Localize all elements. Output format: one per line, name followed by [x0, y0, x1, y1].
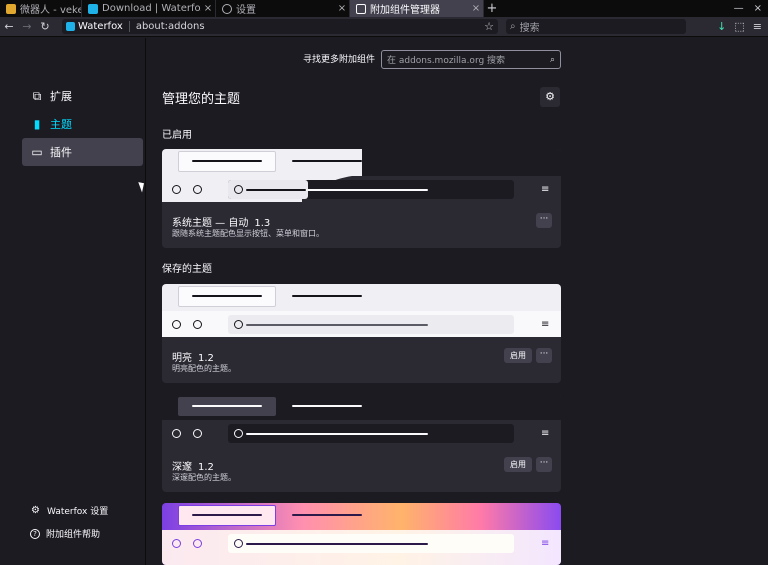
more-options-button[interactable]: ··· — [536, 457, 552, 472]
theme-preview: ≡ — [162, 284, 561, 337]
amo-search-placeholder: 在 addons.mozilla.org 搜索 — [387, 56, 506, 66]
addons-settings-button[interactable]: ⚙ — [540, 87, 560, 107]
theme-card-light: ≡ 明亮 1.2 明亮配色的主题。 启用 ··· — [162, 284, 561, 383]
sidebar-item-extensions[interactable]: ⧉ 扩展 — [22, 82, 143, 110]
gear-icon — [222, 3, 232, 14]
plugin-icon: ▭ — [31, 145, 43, 159]
theme-info: 深邃 1.2 深邃配色的主题。 启用 ··· — [162, 446, 561, 492]
theme-info: 系统主题 — 自动 1.3 跟随系统主题配色显示按钮、菜单和窗口。 ··· — [162, 202, 561, 248]
theme-description: 深邃配色的主题。 — [172, 473, 236, 482]
puzzle-icon — [356, 3, 366, 14]
enabled-section-heading: 已启用 — [162, 130, 192, 141]
tab-title: 附加组件管理器 — [370, 5, 440, 16]
sidebar-item-label: 扩展 — [50, 90, 72, 103]
more-options-button[interactable]: ··· — [536, 348, 552, 363]
close-window-icon[interactable]: × — [754, 3, 762, 14]
tab-strip: 微器人 - veket! Download | Waterfox × 设置 × … — [0, 0, 768, 17]
addons-help-link[interactable]: ? 附加组件帮助 — [30, 527, 100, 540]
reload-button[interactable]: ↻ — [36, 20, 54, 33]
extensions-icon[interactable]: ⬚ — [734, 20, 744, 33]
sidebar-item-plugins[interactable]: ▭ 插件 — [22, 138, 143, 166]
enable-theme-button[interactable]: 启用 — [504, 348, 532, 363]
tab-3[interactable]: 设置 × — [216, 0, 350, 17]
waterfox-settings-link[interactable]: ⚙ Waterfox 设置 — [30, 504, 108, 517]
preview-menu-icon: ≡ — [541, 184, 550, 195]
theme-description: 跟随系统主题配色显示按钮、菜单和窗口。 — [172, 229, 324, 238]
toolbar-right: ↓ ⬚ ≡ — [717, 20, 768, 33]
theme-name: 明亮 1.2 — [172, 349, 214, 364]
new-tab-button[interactable]: + — [484, 0, 500, 17]
tab-1[interactable]: 微器人 - veket! — [0, 0, 82, 17]
identity-label[interactable]: Waterfox — [78, 21, 130, 32]
theme-name: 系统主题 — 自动 1.3 — [172, 214, 270, 229]
minimize-icon[interactable]: — — [734, 3, 744, 14]
tab-title: Download | Waterfox — [102, 3, 201, 14]
puzzle-icon: ⧉ — [32, 89, 42, 103]
theme-card-system: ≡ 系统主题 — 自动 1.3 跟随系统主题配色显示按钮、菜单和窗口。 ··· — [162, 149, 561, 248]
footer-link-label: 附加组件帮助 — [46, 530, 101, 540]
sidebar-item-label: 主题 — [50, 118, 72, 131]
search-icon: ⌕ — [510, 21, 516, 32]
categories-sidebar: ⧉ 扩展 ▮ 主题 ▭ 插件 ⚙ Waterfox 设置 ? 附加组件帮助 — [0, 38, 146, 565]
forward-button[interactable]: → — [18, 20, 36, 33]
sidebar-item-themes[interactable]: ▮ 主题 — [22, 110, 143, 138]
preview-menu-icon: ≡ — [541, 428, 550, 439]
theme-preview: ≡ — [162, 149, 561, 202]
app-menu-icon[interactable]: ≡ — [753, 20, 762, 33]
window-controls: — × — [734, 0, 768, 17]
url-text[interactable]: about:addons — [136, 21, 484, 32]
search-bar[interactable]: ⌕ 搜索 — [506, 19, 686, 34]
help-icon: ? — [30, 528, 40, 539]
search-icon: ⌕ — [549, 54, 555, 65]
waterfox-logo-icon — [88, 3, 98, 14]
tab-close-icon[interactable]: × — [335, 3, 349, 14]
gear-icon: ⚙ — [545, 90, 555, 103]
tab-title: 微器人 - veket! — [20, 5, 81, 16]
addons-page: ⧉ 扩展 ▮ 主题 ▭ 插件 ⚙ Waterfox 设置 ? 附加组件帮助 寻找… — [0, 38, 768, 565]
theme-preview: ≡ — [162, 503, 561, 565]
enable-theme-button[interactable]: 启用 — [504, 457, 532, 472]
tab-4-active[interactable]: 附加组件管理器 × — [350, 0, 484, 17]
downloads-icon[interactable]: ↓ — [717, 20, 726, 33]
page-title: 管理您的主题 — [162, 92, 241, 107]
amo-search-input[interactable]: 在 addons.mozilla.org 搜索 ⌕ — [381, 50, 561, 69]
tab-favicon-icon — [6, 3, 16, 14]
preview-menu-icon: ≡ — [541, 319, 550, 330]
waterfox-logo-icon — [66, 22, 75, 31]
bookmark-star-icon[interactable]: ☆ — [484, 20, 494, 33]
footer-link-label: Waterfox 设置 — [47, 507, 109, 517]
search-placeholder: 搜索 — [519, 23, 540, 34]
tab-2[interactable]: Download | Waterfox × — [82, 0, 216, 17]
preview-menu-icon: ≡ — [541, 538, 550, 549]
brush-icon: ▮ — [33, 117, 41, 131]
tab-close-icon[interactable]: × — [201, 3, 215, 14]
more-options-button[interactable]: ··· — [536, 213, 552, 228]
back-button[interactable]: ← — [0, 20, 18, 33]
saved-section-heading: 保存的主题 — [162, 264, 212, 275]
theme-description: 明亮配色的主题。 — [172, 364, 236, 373]
find-more-label: 寻找更多附加组件 — [303, 55, 376, 65]
sidebar-item-label: 插件 — [50, 146, 72, 159]
theme-info: 明亮 1.2 明亮配色的主题。 启用 ··· — [162, 337, 561, 383]
navigation-toolbar: ← → ↻ Waterfox about:addons ☆ ⌕ 搜索 ↓ ⬚ ≡ — [0, 17, 768, 37]
theme-preview: ≡ — [162, 393, 561, 446]
theme-name: 深邃 1.2 — [172, 458, 214, 473]
gear-icon: ⚙ — [31, 505, 40, 516]
tab-title: 设置 — [236, 5, 256, 16]
tab-close-icon[interactable]: × — [469, 3, 483, 14]
theme-card-colorful: ≡ — [162, 503, 561, 565]
theme-card-dark: ≡ 深邃 1.2 深邃配色的主题。 启用 ··· — [162, 393, 561, 492]
url-bar[interactable]: Waterfox about:addons ☆ — [62, 19, 498, 34]
